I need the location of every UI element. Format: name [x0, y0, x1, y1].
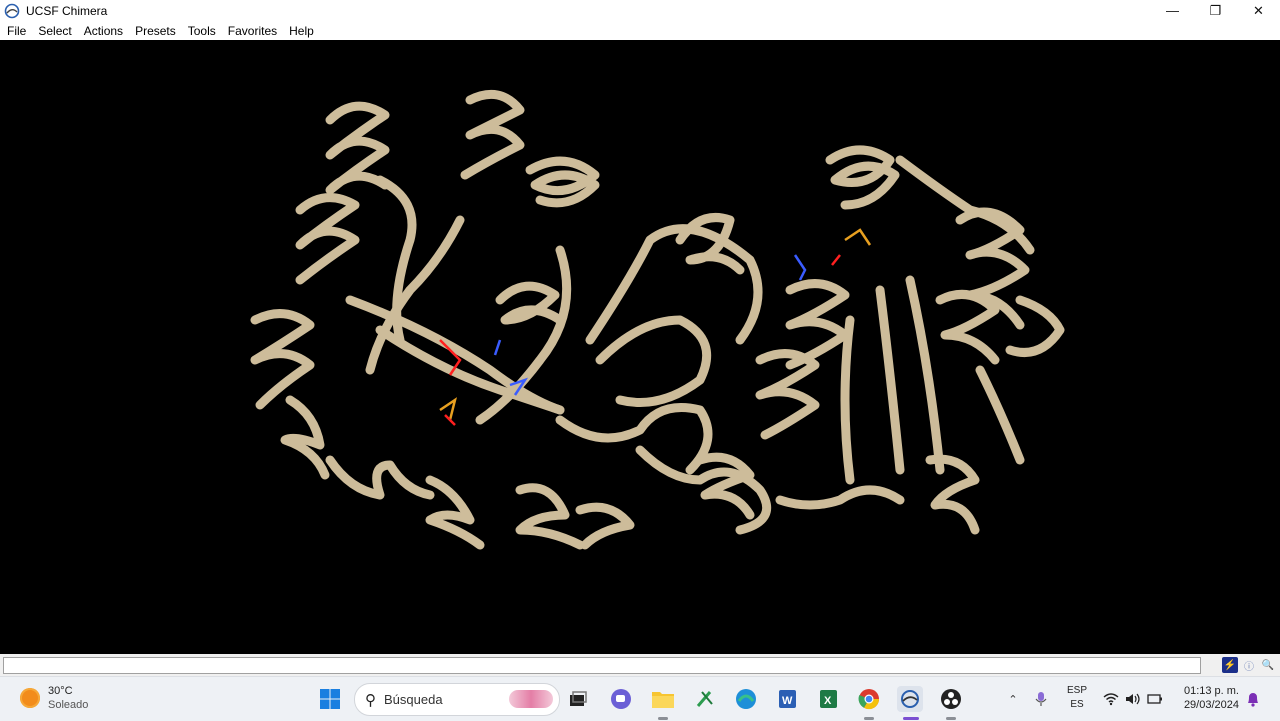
clock[interactable]: 01:13 p. m. 29/03/2024 [1179, 684, 1239, 712]
menu-help[interactable]: Help [282, 24, 319, 38]
minimize-button[interactable]: — [1151, 0, 1194, 21]
start-windows-icon[interactable] [317, 686, 343, 712]
title-bar: UCSF Chimera — ❐ ✕ [0, 0, 1280, 21]
microphone-icon[interactable] [1028, 686, 1054, 712]
info-icon[interactable]: ⓘ [1241, 657, 1257, 673]
svg-text:X: X [824, 695, 832, 707]
clock-time: 01:13 p. m. [1183, 685, 1239, 697]
obs-studio-icon[interactable] [938, 686, 964, 712]
language-bottom: ES [1070, 699, 1084, 710]
language-top: ESP [1067, 685, 1088, 696]
window-title: UCSF Chimera [26, 3, 108, 18]
search-icon: ⚲ [365, 691, 376, 709]
battery-icon[interactable] [1142, 686, 1168, 712]
file-explorer-icon[interactable] [650, 686, 676, 712]
menu-select[interactable]: Select [31, 24, 76, 38]
menu-tools[interactable]: Tools [181, 24, 221, 38]
weather-widget[interactable]: 30°C Soleado [20, 684, 88, 712]
notification-bell-icon[interactable] [1240, 686, 1266, 712]
menu-favorites[interactable]: Favorites [221, 24, 282, 38]
sun-icon [20, 688, 40, 708]
excel-icon[interactable]: X [815, 686, 841, 712]
edge-browser-icon[interactable] [733, 686, 759, 712]
tools-app-icon[interactable] [692, 686, 718, 712]
taskbar-search-box[interactable]: ⚲ Búsqueda [354, 683, 560, 716]
clock-date: 29/03/2024 [1183, 699, 1239, 711]
zoom-icon[interactable]: 🔍 [1260, 657, 1276, 673]
svg-text:W: W [782, 695, 793, 707]
weather-condition: Soleado [48, 699, 89, 711]
status-strip: ⚡ ⓘ 🔍 [0, 654, 1280, 676]
chrome-icon[interactable] [856, 686, 882, 712]
graphics-viewport[interactable] [0, 40, 1280, 654]
protein-ribbon-render [250, 89, 1065, 550]
menu-actions[interactable]: Actions [77, 24, 128, 38]
task-view-icon[interactable] [565, 686, 591, 712]
language-indicator[interactable]: ESP ES [1067, 684, 1087, 712]
menu-presets[interactable]: Presets [128, 24, 181, 38]
chimera-taskbar-icon[interactable] [897, 686, 923, 712]
taskbar: 30°C Soleado ⚲ Búsqueda W X ⌃ ESP ES 01:… [0, 676, 1280, 721]
close-button[interactable]: ✕ [1237, 0, 1280, 21]
chevron-up-icon[interactable]: ⌃ [1000, 686, 1026, 712]
weather-temperature: 30°C [48, 685, 73, 697]
menu-bar: File Select Actions Presets Tools Favori… [0, 21, 1280, 40]
teams-chat-icon[interactable] [608, 686, 634, 712]
restore-button[interactable]: ❐ [1194, 0, 1237, 21]
word-icon[interactable]: W [774, 686, 800, 712]
status-message-field [3, 657, 1201, 674]
menu-file[interactable]: File [0, 24, 31, 38]
search-placeholder: Búsqueda [384, 692, 443, 707]
command-line-icon[interactable]: ⚡ [1222, 657, 1238, 673]
chimera-app-icon [4, 3, 20, 18]
search-highlight-image [509, 690, 553, 708]
